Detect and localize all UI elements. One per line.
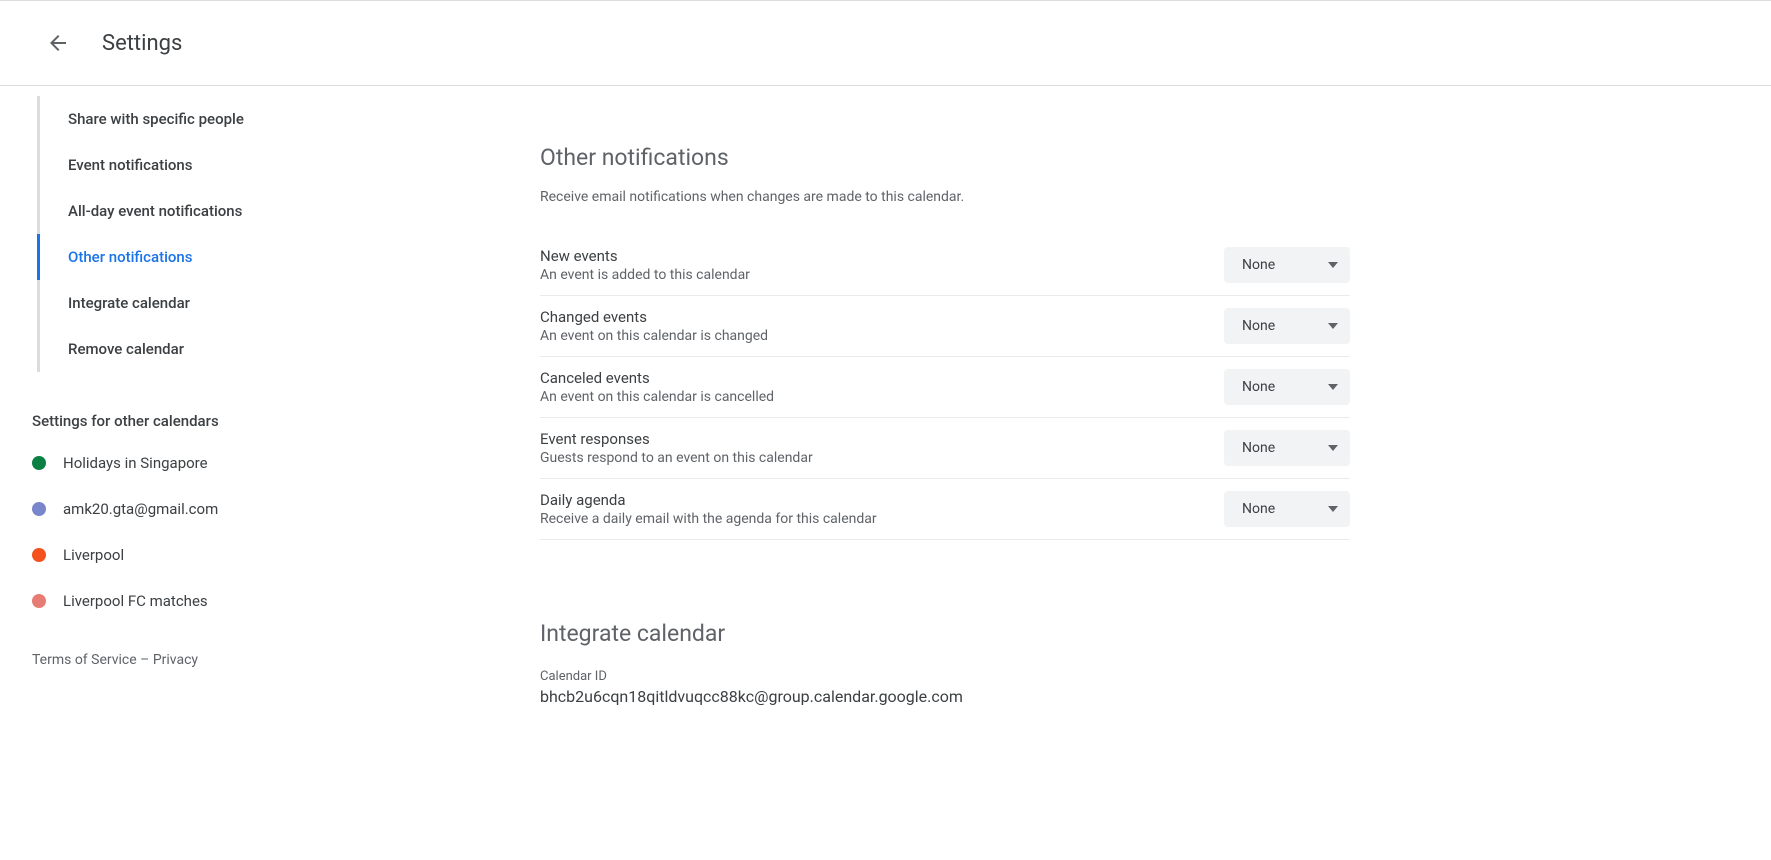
notif-desc: An event is added to this calendar [540, 267, 1224, 283]
sidebar: Share with specific people Event notific… [0, 86, 340, 860]
calendar-color-dot [32, 456, 46, 470]
calendar-item-liverpool-fc[interactable]: Liverpool FC matches [0, 578, 340, 624]
dropdown-event-responses[interactable]: None [1224, 430, 1350, 466]
notif-title: Daily agenda [540, 491, 1224, 509]
dropdown-label: None [1242, 440, 1275, 456]
notif-desc: An event on this calendar is cancelled [540, 389, 1224, 405]
calendar-id-field: Calendar ID bhcb2u6cqn18qitldvuqcc88kc@g… [540, 669, 1350, 706]
nav-item-other-notifications[interactable]: Other notifications [37, 234, 340, 280]
notif-row-canceled-events: Canceled events An event on this calenda… [540, 357, 1350, 418]
notif-text: New events An event is added to this cal… [540, 247, 1224, 283]
section-heading-other-notifications: Other notifications [540, 144, 1350, 171]
nav-item-share-specific[interactable]: Share with specific people [37, 96, 340, 142]
header-bar: Settings [0, 0, 1771, 86]
page-body: Share with specific people Event notific… [0, 86, 1771, 860]
calendar-color-dot [32, 548, 46, 562]
integrate-section: Integrate calendar Calendar ID bhcb2u6cq… [540, 620, 1350, 706]
notif-title: New events [540, 247, 1224, 265]
calendar-color-dot [32, 502, 46, 516]
notif-desc: Receive a daily email with the agenda fo… [540, 511, 1224, 527]
chevron-down-icon [1328, 262, 1338, 268]
calendar-item-amk20[interactable]: amk20.gta@gmail.com [0, 486, 340, 532]
notif-title: Changed events [540, 308, 1224, 326]
dropdown-label: None [1242, 318, 1275, 334]
chevron-down-icon [1328, 323, 1338, 329]
sidebar-section-title: Settings for other calendars [0, 372, 340, 440]
dropdown-label: None [1242, 501, 1275, 517]
calendar-item-holidays[interactable]: Holidays in Singapore [0, 440, 340, 486]
notif-text: Daily agenda Receive a daily email with … [540, 491, 1224, 527]
section-sub-other-notifications: Receive email notifications when changes… [540, 189, 1350, 205]
footer-links: Terms of Service – Privacy [0, 624, 340, 678]
notif-row-changed-events: Changed events An event on this calendar… [540, 296, 1350, 357]
content-wrap: Other notifications Receive email notifi… [540, 144, 1350, 706]
calendar-label: Liverpool [63, 546, 124, 564]
calendar-label: Liverpool FC matches [63, 592, 208, 610]
notif-text: Event responses Guests respond to an eve… [540, 430, 1224, 466]
nav-item-remove-calendar[interactable]: Remove calendar [37, 326, 340, 372]
arrow-left-icon [46, 31, 70, 55]
nav-item-event-notifications[interactable]: Event notifications [37, 142, 340, 188]
section-heading-integrate: Integrate calendar [540, 620, 1350, 647]
dropdown-new-events[interactable]: None [1224, 247, 1350, 283]
calendar-id-label: Calendar ID [540, 669, 1350, 684]
chevron-down-icon [1328, 445, 1338, 451]
notif-row-event-responses: Event responses Guests respond to an eve… [540, 418, 1350, 479]
dropdown-canceled-events[interactable]: None [1224, 369, 1350, 405]
dropdown-daily-agenda[interactable]: None [1224, 491, 1350, 527]
nav-item-allday-notifications[interactable]: All-day event notifications [37, 188, 340, 234]
footer-sep: – [137, 652, 153, 668]
dropdown-label: None [1242, 379, 1275, 395]
notif-title: Event responses [540, 430, 1224, 448]
calendar-label: amk20.gta@gmail.com [63, 500, 218, 518]
nav-item-integrate-calendar[interactable]: Integrate calendar [37, 280, 340, 326]
notif-row-daily-agenda: Daily agenda Receive a daily email with … [540, 479, 1350, 540]
dropdown-changed-events[interactable]: None [1224, 308, 1350, 344]
back-button[interactable] [34, 19, 82, 67]
privacy-link[interactable]: Privacy [153, 652, 198, 668]
page-title: Settings [102, 31, 182, 56]
notif-text: Changed events An event on this calendar… [540, 308, 1224, 344]
calendar-item-liverpool[interactable]: Liverpool [0, 532, 340, 578]
main-content: Other notifications Receive email notifi… [340, 86, 1771, 860]
calendar-color-dot [32, 594, 46, 608]
notif-row-new-events: New events An event is added to this cal… [540, 235, 1350, 296]
calendar-label: Holidays in Singapore [63, 454, 208, 472]
dropdown-label: None [1242, 257, 1275, 273]
notif-desc: An event on this calendar is changed [540, 328, 1224, 344]
notif-text: Canceled events An event on this calenda… [540, 369, 1224, 405]
nav-group: Share with specific people Event notific… [35, 96, 340, 372]
chevron-down-icon [1328, 506, 1338, 512]
tos-link[interactable]: Terms of Service [32, 652, 137, 668]
notif-title: Canceled events [540, 369, 1224, 387]
notif-desc: Guests respond to an event on this calen… [540, 450, 1224, 466]
calendar-id-value: bhcb2u6cqn18qitldvuqcc88kc@group.calenda… [540, 687, 1350, 706]
chevron-down-icon [1328, 384, 1338, 390]
